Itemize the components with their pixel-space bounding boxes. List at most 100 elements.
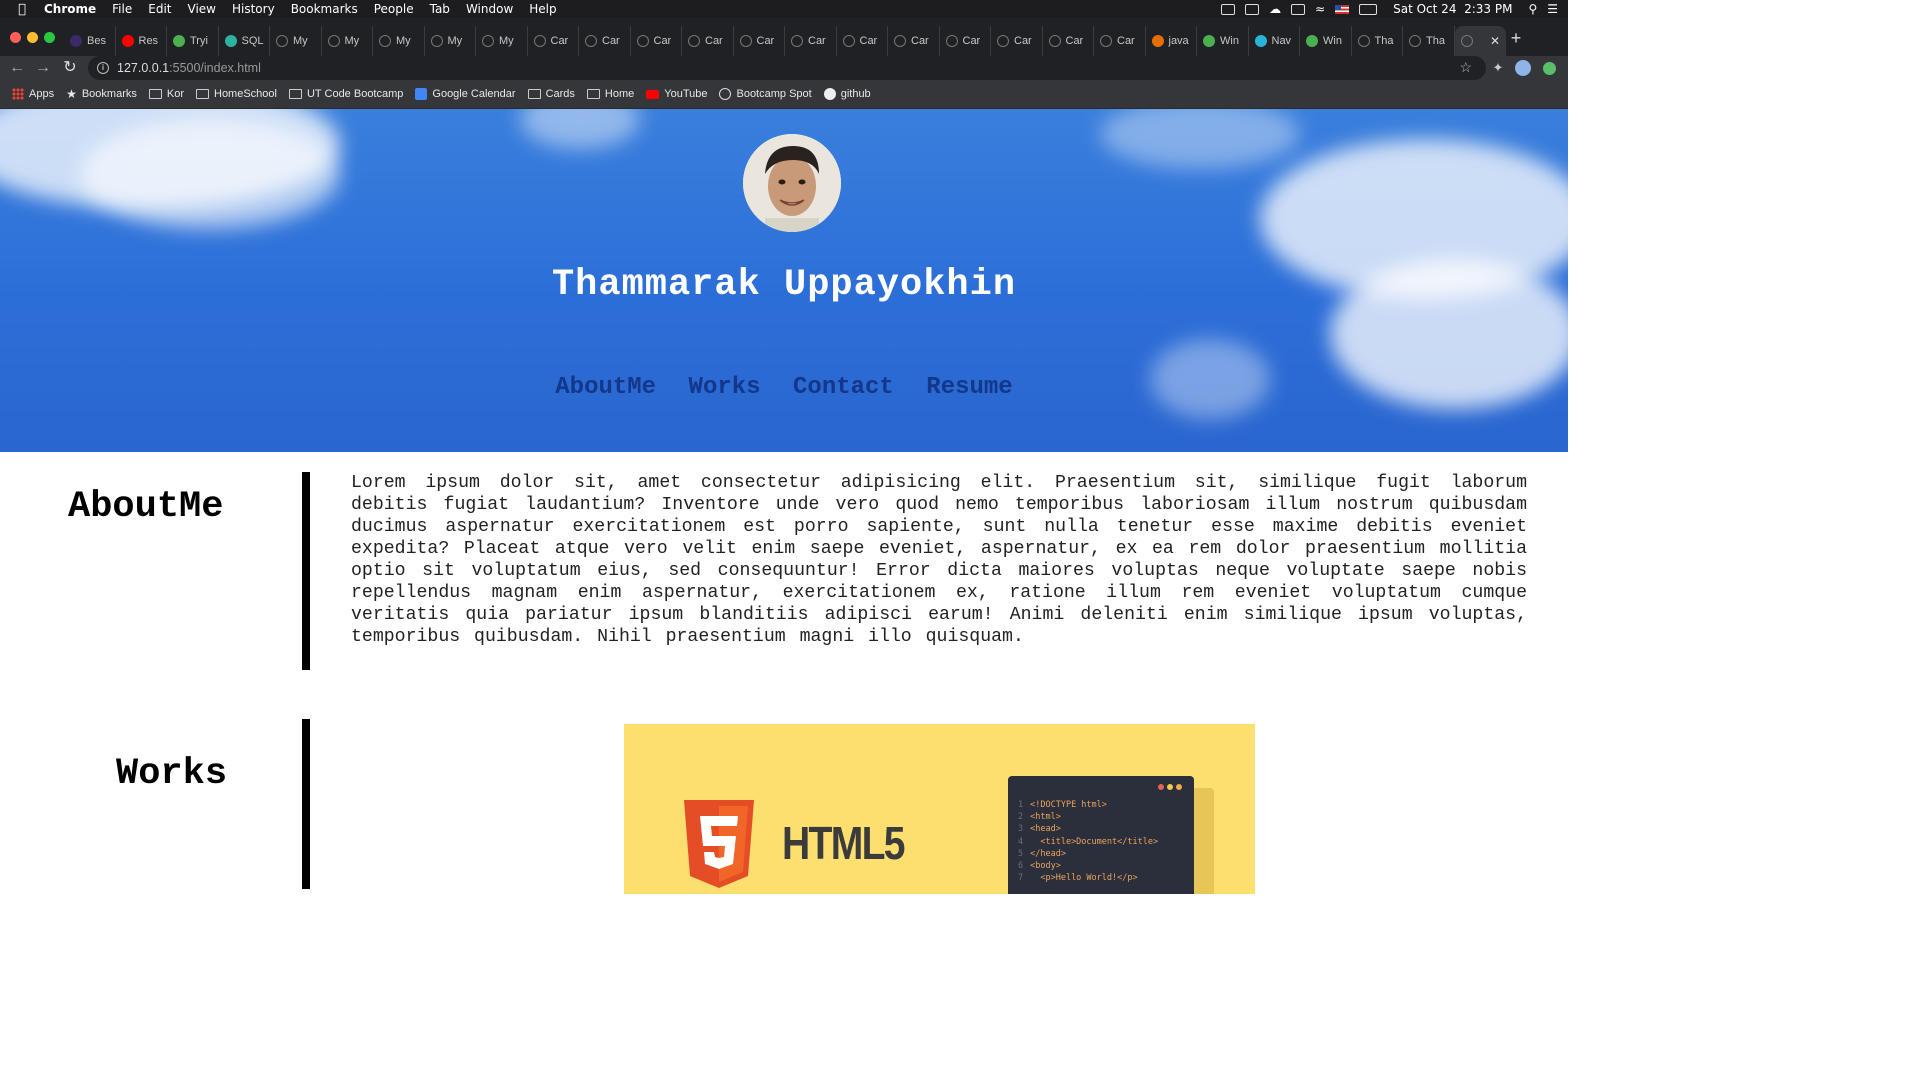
nav-link-resume[interactable]: Resume (926, 374, 1012, 401)
chart-favicon (173, 35, 185, 47)
apps-grid-icon (12, 88, 24, 100)
browser-tab[interactable]: Res (116, 26, 167, 56)
menu-tab[interactable]: Tab (430, 2, 450, 16)
update-status-icon[interactable] (1543, 62, 1556, 75)
globe-icon (997, 35, 1009, 47)
folder-icon (196, 89, 209, 99)
us-flag-icon[interactable] (1335, 4, 1350, 14)
java-icon (1151, 35, 1164, 47)
window-grid-icon[interactable] (1245, 3, 1260, 15)
nav-link-works[interactable]: Works (689, 374, 761, 401)
tab-title: Car (602, 35, 620, 47)
zoom-window-icon[interactable] (44, 32, 55, 43)
browser-tab[interactable]: Car (734, 26, 785, 56)
cloud-icon[interactable]: ☁ (1269, 2, 1281, 16)
bookmark-label: Home (604, 88, 635, 100)
airplay-icon[interactable] (1291, 3, 1306, 15)
bookmark-bootcamp-spot[interactable]: Bootcamp Spot (719, 88, 812, 100)
menu-window[interactable]: Window (466, 2, 513, 16)
browser-tab[interactable]: Car (682, 26, 734, 56)
menu-bookmarks[interactable]: Bookmarks (291, 2, 358, 16)
forward-arrow-icon[interactable]: → (34, 57, 52, 79)
browser-tab[interactable]: Nav (1249, 26, 1300, 56)
browser-tab[interactable]: Car (528, 26, 579, 56)
browser-tab[interactable]: My (425, 26, 476, 56)
browser-tab[interactable]: Bes (64, 26, 116, 56)
browser-tab[interactable]: Tryi (167, 26, 219, 56)
browser-tab[interactable]: Car (631, 26, 682, 56)
menu-people[interactable]: People (374, 2, 414, 16)
wifi-icon[interactable]: ≈ (1315, 2, 1325, 16)
reload-icon[interactable]: ↻ (61, 57, 79, 79)
bookmark-ut-code-bootcamp[interactable]: UT Code Bootcamp (288, 88, 403, 100)
browser-tab[interactable]: java (1146, 26, 1197, 56)
globe-icon (739, 35, 752, 47)
browser-tab[interactable]: Tha (1352, 26, 1403, 56)
youtube-icon (646, 89, 660, 99)
extensions-puzzle-icon[interactable]: ✦ (1490, 60, 1506, 76)
url-text[interactable]: 127.0.0.1:5500/index.html (117, 61, 261, 75)
menu-edit[interactable]: Edit (148, 2, 171, 16)
close-tab-icon[interactable]: ✕ (1490, 34, 1500, 48)
globe-icon (1409, 35, 1421, 47)
nav-link-aboutme[interactable]: AboutMe (555, 374, 656, 401)
browser-tab[interactable]: Car (1043, 26, 1094, 56)
folder-icon (288, 89, 302, 99)
browser-tab[interactable]: Win (1300, 26, 1352, 56)
bookmark-label: github (840, 88, 871, 100)
bookmark-homeschool[interactable]: HomeSchool (196, 88, 277, 100)
bookmark-cards[interactable]: Cards (527, 88, 575, 100)
browser-tab[interactable]: Car (991, 26, 1043, 56)
apple-icon[interactable]:  (14, 2, 30, 17)
bookmark-github[interactable]: github (823, 88, 871, 100)
menu-help[interactable]: Help (529, 2, 556, 16)
bookmark-kor[interactable]: Kor (148, 88, 184, 100)
generic-favicon (70, 35, 82, 47)
battery-icon[interactable] (1359, 3, 1378, 15)
menu-file[interactable]: File (112, 2, 132, 16)
tab-title: My (396, 35, 411, 47)
menu-history[interactable]: History (232, 2, 275, 16)
profile-avatar-icon[interactable] (1515, 60, 1531, 76)
bookmark-home[interactable]: Home (586, 88, 635, 100)
site-info-icon[interactable]: i (97, 62, 109, 74)
browser-tab[interactable]: Car (940, 26, 991, 56)
close-window-icon[interactable] (10, 32, 21, 43)
browser-tab[interactable]: ✕ (1454, 26, 1506, 56)
control-center-icon[interactable]: ☰ (1547, 2, 1558, 16)
browser-tab[interactable]: My (270, 26, 322, 56)
bookmark-star-icon[interactable]: ☆ (1459, 59, 1472, 76)
browser-tab[interactable]: My (373, 26, 425, 56)
tab-title: Car (1014, 35, 1032, 47)
browser-tab[interactable]: Tha (1403, 26, 1455, 56)
browser-tab[interactable]: Car (888, 26, 940, 56)
code-line: 1 <!DOCTYPE html> (1018, 800, 1107, 810)
bookmark-label: Bookmarks (81, 88, 137, 100)
address-bar[interactable]: i 127.0.0.1:5500/index.html ☆ (88, 56, 1486, 80)
browser-tab[interactable]: Car (837, 26, 888, 56)
back-arrow-icon[interactable]: ← (8, 57, 26, 79)
code-text: <html> (1030, 812, 1061, 823)
zoom-status-icon[interactable] (1221, 3, 1236, 15)
new-tab-button[interactable]: + (1506, 28, 1526, 49)
browser-tab[interactable]: Car (1094, 26, 1146, 56)
browser-tab[interactable]: My (476, 26, 528, 56)
work-card-html5[interactable]: HTML5 1 <!DOCTYPE html> 2 <html> 3 <head> 4 <t… (624, 724, 1255, 894)
minimize-window-icon[interactable] (27, 32, 38, 43)
bookmark-apps[interactable]: Apps (12, 88, 54, 100)
spotlight-search-icon[interactable]: ⚲ (1528, 2, 1537, 16)
menu-app-name[interactable]: Chrome (44, 2, 96, 16)
bookmark-bookmarks[interactable]: ★ Bookmarks (66, 87, 137, 101)
chart-favicon (1203, 35, 1215, 47)
browser-tab[interactable]: Win (1197, 26, 1249, 56)
nav-link-contact[interactable]: Contact (793, 374, 894, 401)
browser-tab[interactable]: Car (579, 26, 631, 56)
browser-tab[interactable]: Car (785, 26, 837, 56)
bookmark-google-calendar[interactable]: Google Calendar (415, 88, 516, 100)
menu-view[interactable]: View (188, 2, 216, 16)
bookmarks-bar: Apps ★ Bookmarks Kor HomeSchool UT Code Bootc… (0, 80, 1568, 109)
browser-tab[interactable]: SQL (219, 26, 270, 56)
bookmark-youtube[interactable]: YouTube (646, 88, 707, 100)
clock-text[interactable]: Sat Oct 24 2:33 PM (1393, 2, 1512, 16)
browser-tab[interactable]: My (322, 26, 373, 56)
